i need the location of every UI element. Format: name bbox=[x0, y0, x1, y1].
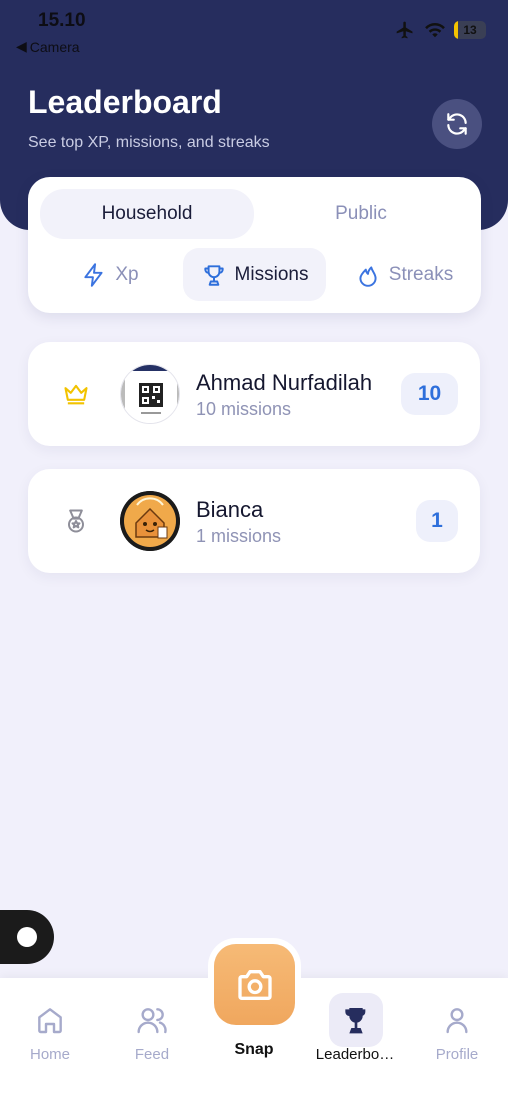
tab-missions-label: Missions bbox=[234, 263, 309, 285]
avatar bbox=[120, 491, 180, 551]
status-icons: 13 bbox=[394, 20, 486, 40]
leaderboard-entry[interactable]: Ahmad Nurfadilah 10 missions 10 bbox=[28, 342, 480, 446]
lightning-icon bbox=[84, 262, 103, 287]
back-triangle-icon: ◀ bbox=[16, 38, 27, 54]
tab-feed[interactable]: Feed bbox=[102, 978, 202, 1100]
page-title: Leaderboard bbox=[28, 84, 222, 120]
tab-missions[interactable]: Missions bbox=[183, 248, 326, 301]
tab-streaks[interactable]: Streaks bbox=[336, 248, 472, 301]
home-icon bbox=[38, 1008, 62, 1034]
user-icon bbox=[446, 1008, 468, 1034]
tab-home[interactable]: Home bbox=[0, 978, 100, 1100]
tab-home-label: Home bbox=[29, 1046, 70, 1063]
entry-name: Bianca bbox=[196, 497, 264, 522]
wifi-icon bbox=[425, 22, 445, 38]
tab-streaks-label: Streaks bbox=[388, 263, 454, 285]
filter-card: Household Public Xp Missions Streaks bbox=[28, 177, 481, 313]
tab-household[interactable]: Household bbox=[40, 189, 254, 239]
trophy-icon bbox=[345, 1008, 366, 1034]
back-label: Camera bbox=[29, 38, 80, 55]
page-subtitle: See top XP, missions, and streaks bbox=[28, 134, 270, 151]
tab-leaderboard-label: Leaderbo… bbox=[315, 1046, 395, 1063]
tab-xp[interactable]: Xp bbox=[48, 248, 172, 301]
tab-feed-label: Feed bbox=[134, 1046, 170, 1063]
toggle-dot bbox=[17, 927, 37, 947]
floating-toggle-button[interactable] bbox=[0, 910, 54, 964]
trophy-icon bbox=[203, 264, 224, 286]
crown-icon bbox=[64, 384, 88, 405]
flame-icon bbox=[359, 265, 377, 287]
users-icon bbox=[137, 1008, 167, 1034]
battery-text: 13 bbox=[463, 23, 477, 37]
entry-subtitle: 10 missions bbox=[196, 399, 292, 419]
entry-name: Ahmad Nurfadilah bbox=[196, 370, 373, 395]
airplane-icon bbox=[396, 21, 413, 39]
entry-subtitle: 1 missions bbox=[196, 526, 282, 546]
avatar bbox=[120, 364, 180, 424]
tab-profile[interactable]: Profile bbox=[407, 978, 507, 1100]
battery-indicator: 13 bbox=[454, 21, 486, 39]
back-to-camera-link[interactable]: ◀ Camera bbox=[16, 38, 80, 55]
score-badge: 1 bbox=[416, 500, 458, 542]
tab-public[interactable]: Public bbox=[254, 189, 468, 239]
snap-button[interactable] bbox=[214, 944, 295, 1025]
medal-icon bbox=[68, 509, 84, 533]
status-time: 15.10 bbox=[38, 10, 86, 31]
snap-label: Snap bbox=[234, 1041, 274, 1058]
tab-xp-label: Xp bbox=[115, 263, 139, 285]
leaderboard-tab-highlight bbox=[329, 993, 383, 1047]
leaderboard-entry[interactable]: Bianca 1 missions 1 bbox=[28, 469, 480, 573]
tab-profile-label: Profile bbox=[435, 1046, 479, 1063]
refresh-icon bbox=[447, 113, 467, 135]
refresh-button[interactable] bbox=[432, 99, 482, 149]
score-badge: 10 bbox=[401, 373, 458, 415]
camera-icon bbox=[237, 969, 272, 1000]
